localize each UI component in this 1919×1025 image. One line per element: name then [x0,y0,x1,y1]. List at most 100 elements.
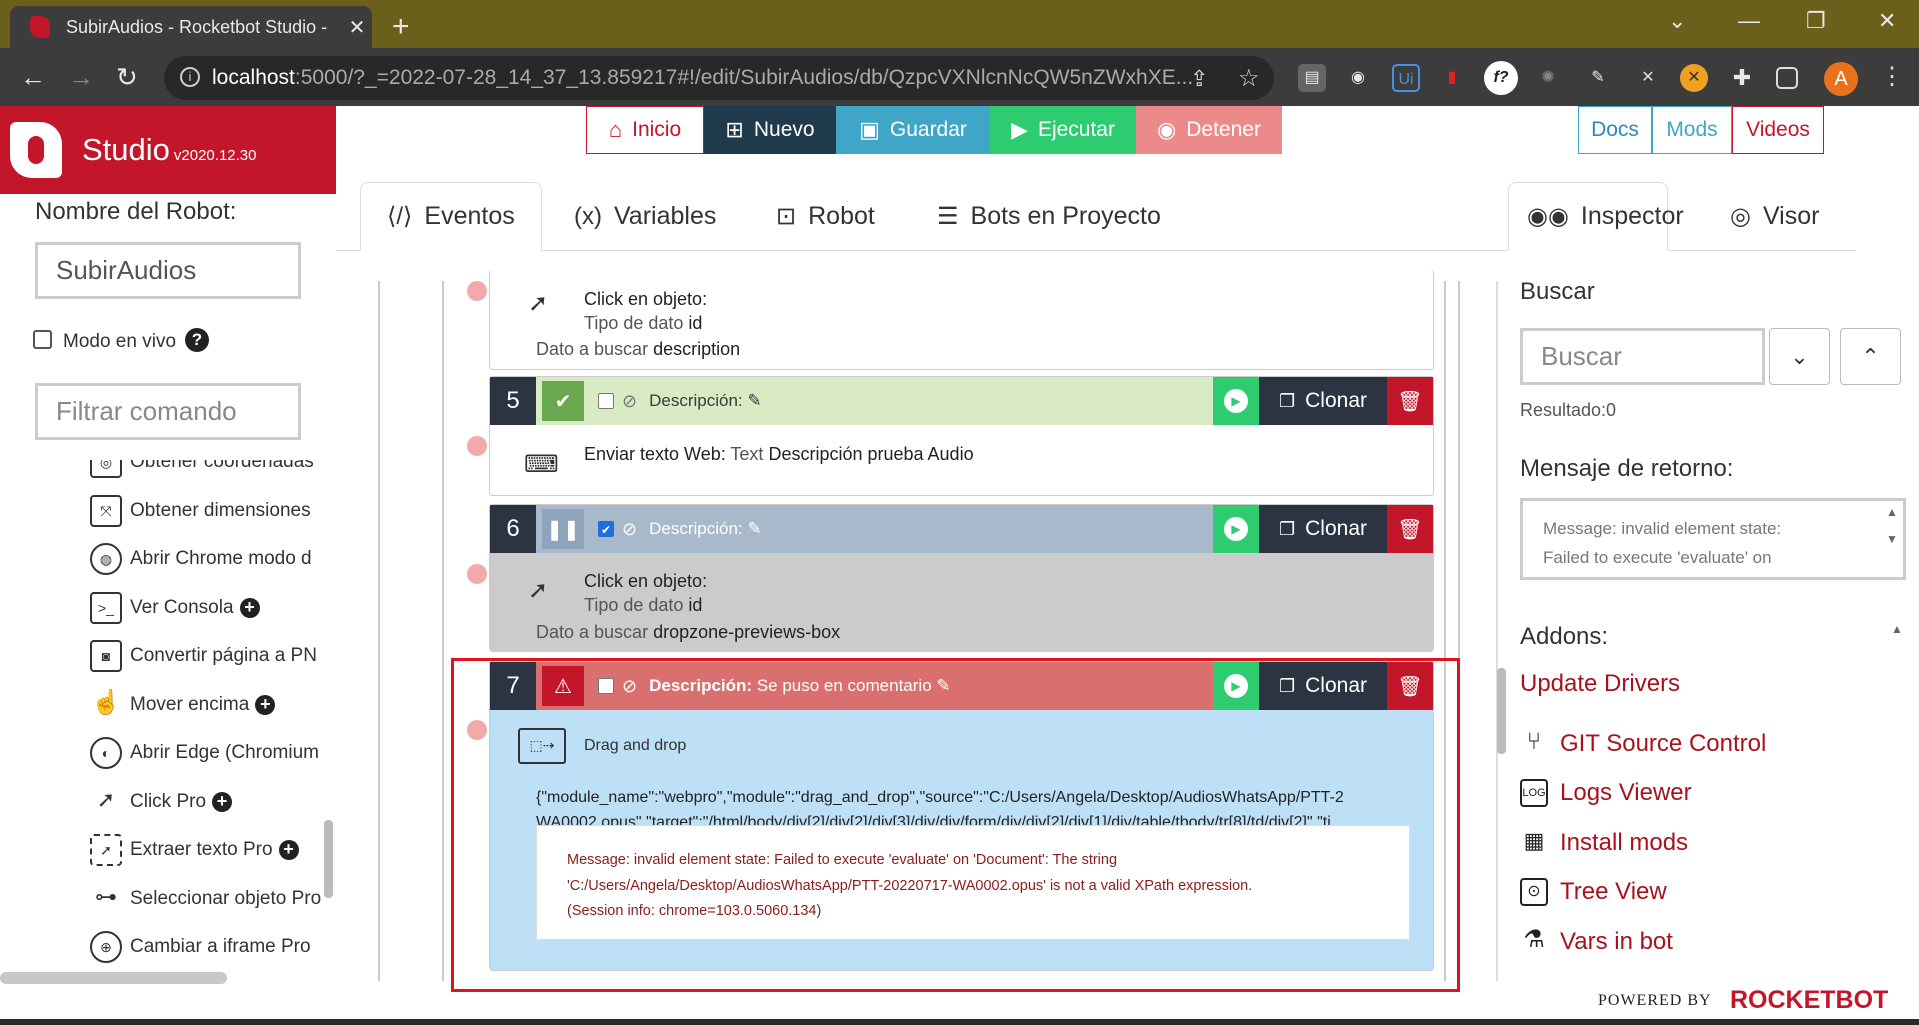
command-item[interactable]: ➚ Click Pro + [90,778,326,827]
side-panel-icon[interactable] [1776,67,1798,89]
address-bar[interactable]: localhost:5000/?_=2022-07-28_14_37_13.85… [164,56,1274,100]
nuevo-button[interactable]: ⊞ Nuevo [704,106,836,154]
sidebar-horizontal-scrollbar[interactable] [0,972,227,984]
pen-extension-icon[interactable]: ✎ [1584,64,1612,92]
save-icon: ▣ [859,117,880,142]
command-checkbox[interactable]: ✔ [598,521,614,537]
command-item[interactable]: ⊕ Cambiar a iframe Pro [90,923,326,972]
update-drivers-link[interactable]: Update Drivers [1520,670,1680,698]
inicio-label: Inicio [632,118,682,141]
editor-vertical-scrollbar[interactable] [1497,668,1506,754]
textarea-scroll-up-icon[interactable]: ▲ [1886,505,1898,519]
robot-name-input[interactable]: SubirAudios [35,242,301,299]
addon-vars-in-bot[interactable]: ⚗ Vars in bot [1520,928,1673,956]
browser-tab[interactable]: SubirAudios - Rocketbot Studio - ✕ [10,6,372,48]
ejecutar-button[interactable]: ▶ Ejecutar [990,106,1136,154]
tab-search-icon[interactable]: ⌄ [1668,8,1686,34]
extensions-puzzle-icon[interactable]: ✚ [1728,64,1756,92]
site-info-icon[interactable]: i [180,67,200,87]
add-icon[interactable]: + [212,791,233,812]
tab-inspector[interactable]: ◉◉ Inspector [1508,182,1684,251]
tab-robot[interactable]: ⊡ Robot [776,182,875,251]
command-item[interactable]: >_ Ver Consola + [90,584,326,633]
command-item[interactable]: ☝ Mover encima + [90,681,326,730]
delete-trash-icon[interactable]: 🗑 [1387,505,1433,553]
edit-pencil-icon[interactable]: ✎ [747,391,761,411]
extension-2-icon[interactable]: ◉ [1344,64,1372,92]
console-icon: >_ [90,591,122,624]
tab-variables[interactable]: (x) Variables [574,182,716,251]
command-item[interactable]: ⤧ Obtener dimensiones [90,487,326,536]
tab-bots-en-proyecto[interactable]: ☰ Bots en Proyecto [937,182,1161,251]
share-icon[interactable]: ⇪ [1190,66,1208,92]
docs-button[interactable]: Docs [1578,106,1652,154]
x-extension-icon[interactable]: ✕ [1634,64,1662,92]
new-tab-icon[interactable]: + [392,10,410,44]
command-item[interactable]: ◐ Abrir Edge (Chromium [90,729,326,778]
bug-extension-icon[interactable]: ✺ [1534,64,1562,92]
tab-visor[interactable]: ◎ Visor [1730,182,1819,251]
textarea-scroll-down-icon[interactable]: ▼ [1886,532,1898,546]
forward-icon[interactable]: → [68,62,94,93]
breakpoint-dot[interactable] [467,564,487,584]
addon-git-source-control[interactable]: ⑂ GIT Source Control [1520,730,1767,758]
add-icon[interactable]: + [278,840,299,861]
sidebar-vertical-scrollbar[interactable] [324,820,333,898]
command-item[interactable]: ◍ Abrir Chrome modo d [90,535,326,584]
run-command-button[interactable]: ▶ [1213,377,1259,425]
delete-trash-icon[interactable]: 🗑 [1387,377,1433,425]
command-number: 5 [490,377,536,425]
breakpoint-dot[interactable] [467,436,487,456]
clone-button[interactable]: ❐ Clonar [1259,505,1387,553]
command-checkbox[interactable] [598,393,614,409]
add-icon[interactable]: + [239,597,260,618]
addons-scroll-up-icon[interactable]: ▲ [1891,622,1903,636]
edit-pencil-icon[interactable]: ✎ [747,519,761,539]
pdf-extension-icon[interactable]: ▮ [1438,64,1466,92]
bookmark-star-icon[interactable]: ☆ [1238,64,1260,93]
clone-button[interactable]: ❐ Clonar [1259,377,1387,425]
browser-menu-icon[interactable]: ⋮ [1880,62,1904,91]
videos-button[interactable]: Videos [1732,106,1824,154]
command-item[interactable]: ➚ Extraer texto Pro + [90,826,326,875]
live-mode-checkbox[interactable] [33,330,52,349]
inicio-button[interactable]: ⌂ Inicio [586,106,704,154]
chevron-up-icon[interactable]: ⌃ [1840,328,1901,385]
command-item[interactable]: ⊶ Seleccionar objeto Pro [90,875,326,924]
close-window-icon[interactable]: ✕ [1878,8,1896,34]
list-icon: ☰ [937,203,959,230]
restore-icon[interactable]: ❐ [1806,8,1826,34]
reload-icon[interactable]: ↻ [116,62,138,93]
inspector-search-input[interactable]: Buscar [1520,328,1765,385]
chevron-down-icon[interactable]: ⌄ [1769,328,1830,385]
add-icon[interactable]: + [255,694,276,715]
return-message-textarea[interactable]: Message: invalid element state: Failed t… [1520,498,1906,580]
command-item[interactable]: ◎ Obtener coordenadas [90,460,326,487]
mods-button[interactable]: Mods [1652,106,1732,154]
url-host: localhost [212,66,295,89]
profile-avatar[interactable]: A [1824,62,1858,96]
addon-logs-viewer[interactable]: LOG Logs Viewer [1520,779,1692,807]
tab-eventos[interactable]: ⟨/⟩ Eventos [360,182,542,251]
orange-extension-icon[interactable]: ✕ [1680,64,1708,92]
eye-slash-icon[interactable]: ⊘ [622,391,637,412]
command-item[interactable]: ◙ Convertir página a PN [90,632,326,681]
eye-slash-icon[interactable]: ⊘ [622,519,637,540]
formula-extension-icon[interactable]: f? [1484,61,1518,95]
guardar-button[interactable]: ▣ Guardar [836,106,990,154]
addon-install-mods[interactable]: ▦ Install mods [1520,829,1688,857]
help-icon[interactable]: ? [185,328,209,352]
close-tab-icon[interactable]: ✕ [342,15,372,40]
run-command-button[interactable]: ▶ [1213,505,1259,553]
addon-label: Logs Viewer [1560,779,1692,806]
uipath-extension-icon[interactable]: Ui [1392,64,1420,92]
breakpoint-dot[interactable] [467,281,487,301]
param-label: Text [730,444,764,464]
back-icon[interactable]: ← [20,62,46,93]
filter-command-input[interactable]: Filtrar comando [35,383,301,440]
addon-tree-view[interactable]: ⊙ Tree View [1520,878,1667,906]
extension-1-icon[interactable]: ▤ [1298,64,1326,92]
detener-button[interactable]: ◉ Detener [1136,106,1282,154]
edge-icon: ◐ [90,737,122,770]
minimize-icon[interactable]: — [1738,8,1760,34]
